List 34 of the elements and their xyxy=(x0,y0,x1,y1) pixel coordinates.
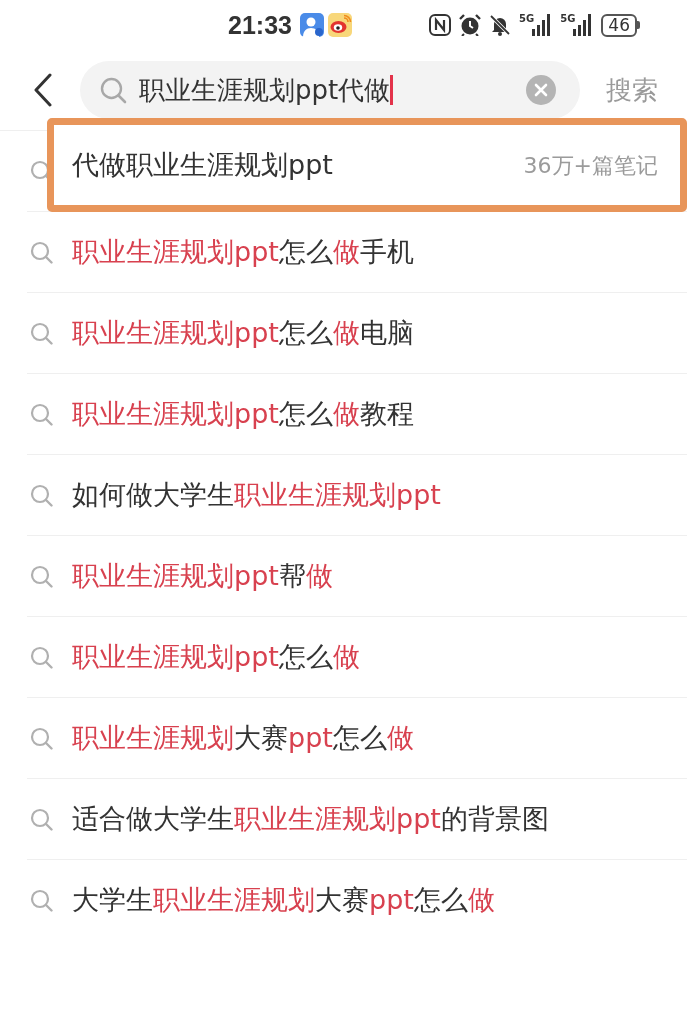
suggestion-text[interactable]: 职业生涯规划ppt怎么做手机 xyxy=(72,235,414,269)
signal-icon xyxy=(532,14,553,36)
alarm-clock-icon xyxy=(459,14,481,36)
suggestion-text[interactable]: 职业生涯规划ppt怎么做 xyxy=(72,640,360,674)
search-icon xyxy=(30,483,53,507)
search-field[interactable]: 职业生涯规划ppt代做 xyxy=(80,61,580,119)
signal-icon xyxy=(573,14,594,36)
search-icon xyxy=(30,889,53,912)
search-icon xyxy=(30,240,53,264)
suggestion-text[interactable]: 职业生涯规划ppt帮做 xyxy=(72,559,333,593)
search-icon xyxy=(30,321,53,345)
suggestion-text[interactable]: 适合做大学生职业生涯规划ppt的背景图 xyxy=(72,802,549,836)
search-icon xyxy=(30,645,53,669)
search-icon xyxy=(30,564,53,588)
suggestion-text[interactable]: 如何做大学生职业生涯规划ppt xyxy=(72,478,441,512)
search-icon xyxy=(30,726,53,750)
nfc-icon xyxy=(429,14,451,36)
search-icon xyxy=(30,402,53,426)
suggestion-text[interactable]: 大学生职业生涯规划大赛ppt怎么做 xyxy=(72,884,495,917)
network-type-label: 5G xyxy=(519,14,535,24)
suggestion-text[interactable]: 职业生涯规划大赛ppt怎么做 xyxy=(72,721,414,755)
bell-off-icon xyxy=(489,14,511,36)
person-app-icon xyxy=(299,13,324,37)
suggestion-text[interactable]: 职业生涯规划ppt怎么做电脑 xyxy=(72,316,414,350)
clock-time: 21:33 xyxy=(228,12,292,38)
back-button[interactable] xyxy=(33,73,53,107)
suggestion-text[interactable]: 代做职业生涯规划ppt xyxy=(72,148,333,182)
eye-app-icon xyxy=(327,13,352,37)
battery-indicator: 46 xyxy=(601,13,640,37)
suggestion-text[interactable]: 职业生涯规划ppt怎么做教程 xyxy=(72,397,414,431)
search-icon xyxy=(30,807,53,831)
network-type-label: 5G xyxy=(560,14,576,24)
note-count: 36万+篇笔记 xyxy=(523,151,658,180)
search-icon xyxy=(100,76,127,104)
